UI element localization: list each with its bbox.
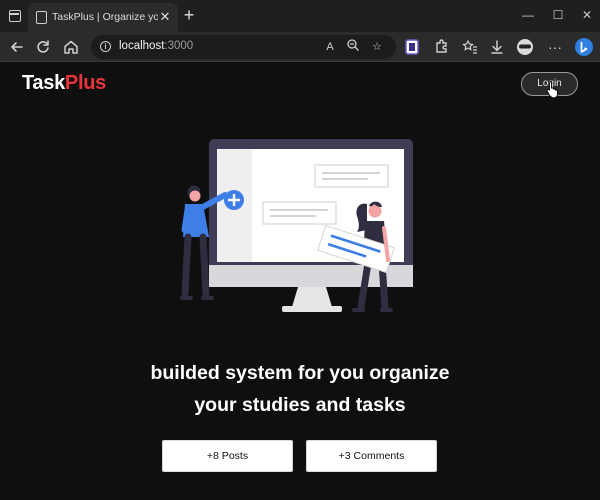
new-tab-button[interactable]: + — [181, 5, 197, 25]
hero-headline-line1: builded system for you organize — [150, 362, 450, 384]
back-icon[interactable] — [6, 36, 28, 58]
hand-pointer-cursor-icon — [546, 81, 558, 98]
url-host: localhost — [119, 40, 165, 52]
browser-titlebar: TaskPlus | Organize your tasks ea ✕ + — … — [0, 0, 600, 32]
screen-card-top — [314, 164, 389, 188]
tab-title: TaskPlus | Organize your tasks ea — [52, 11, 158, 23]
screen-card-middle — [262, 201, 337, 225]
site-logo[interactable]: TaskPlus — [22, 72, 106, 95]
tab-close-icon[interactable]: ✕ — [158, 9, 172, 25]
maximize-icon[interactable]: ☐ — [549, 6, 567, 24]
read-aloud-label: A — [326, 41, 334, 53]
downloads-icon[interactable] — [486, 36, 508, 58]
read-aloud-icon[interactable]: A — [321, 38, 339, 56]
puzzle-extensions-icon[interactable] — [430, 36, 452, 58]
refresh-icon[interactable] — [32, 36, 54, 58]
profile-icon[interactable] — [514, 36, 536, 58]
more-options-icon[interactable]: ··· — [544, 36, 566, 58]
address-bar[interactable]: i localhost:3000 A ☆ — [91, 35, 396, 59]
monitor-stand — [292, 287, 332, 307]
browser-tab[interactable]: TaskPlus | Organize your tasks ea ✕ — [28, 3, 178, 32]
page-content: TaskPlus Login — [0, 63, 600, 500]
minimize-icon[interactable]: — — [519, 6, 537, 24]
hero-headline: builded system for you organize your stu… — [100, 357, 500, 421]
posts-count-button[interactable]: +8 Posts — [162, 440, 293, 472]
browser-toolbar: i localhost:3000 A ☆ ··· — [0, 32, 600, 62]
tab-actions-icon[interactable] — [9, 10, 21, 22]
logo-accent-text: Plus — [64, 72, 106, 94]
logo-main-text: Task — [22, 72, 65, 94]
comments-count-button[interactable]: +3 Comments — [306, 440, 437, 472]
favorites-icon[interactable] — [459, 36, 481, 58]
site-info-icon[interactable]: i — [100, 41, 111, 52]
favorite-star-icon[interactable]: ☆ — [368, 38, 386, 56]
url-port: :3000 — [164, 40, 194, 52]
url-text[interactable]: localhost:3000 — [119, 40, 193, 52]
page-favicon-icon — [36, 11, 47, 24]
monitor-base — [282, 306, 342, 312]
hero-illustration — [180, 139, 413, 312]
zoom-icon[interactable] — [344, 38, 362, 56]
extension-icon[interactable] — [401, 36, 423, 58]
copilot-icon[interactable] — [573, 36, 595, 58]
hero-headline-line2: your studies and tasks — [194, 394, 406, 416]
home-icon[interactable] — [60, 36, 82, 58]
close-icon[interactable]: ✕ — [578, 6, 596, 24]
